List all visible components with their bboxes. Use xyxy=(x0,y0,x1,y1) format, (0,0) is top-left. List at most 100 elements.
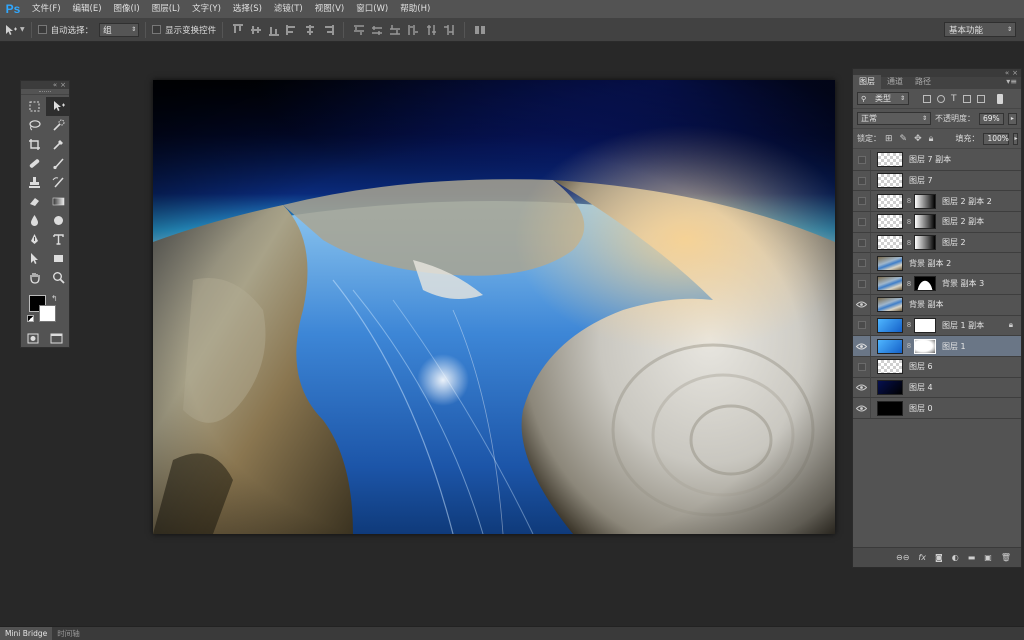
new-layer-icon[interactable]: ▣ xyxy=(984,553,992,562)
panel-menu-icon[interactable]: ▾≡ xyxy=(1006,77,1017,86)
layer-row[interactable]: 图层 7 xyxy=(853,170,1021,192)
type-tool[interactable] xyxy=(46,230,70,249)
quick-mask-icon[interactable] xyxy=(27,333,39,344)
layer-mask-thumbnail[interactable] xyxy=(914,193,936,209)
distribute-hcenter-icon[interactable] xyxy=(425,24,437,36)
hand-tool[interactable] xyxy=(22,268,46,287)
gradient-tool[interactable] xyxy=(46,192,70,211)
visibility-toggle[interactable] xyxy=(853,232,871,253)
visibility-toggle[interactable] xyxy=(853,398,871,419)
layer-row[interactable]: 8 图层 1 副本 🔒︎ xyxy=(853,315,1021,337)
auto-select-dropdown[interactable]: 组 ⇕ xyxy=(99,22,140,37)
filter-shape-icon[interactable] xyxy=(962,94,971,103)
adjustment-icon[interactable]: ◐ xyxy=(952,553,959,562)
visibility-toggle[interactable] xyxy=(853,191,871,212)
menu-image[interactable]: 图像(I) xyxy=(108,0,146,18)
layer-row[interactable]: 图层 4 xyxy=(853,377,1021,399)
menu-window[interactable]: 窗口(W) xyxy=(350,0,394,18)
lock-transparent-icon[interactable]: ⊞ xyxy=(885,134,893,144)
visibility-toggle[interactable] xyxy=(853,294,871,315)
quick-select-tool[interactable] xyxy=(46,116,70,135)
fx-icon[interactable]: fx xyxy=(918,553,926,562)
visibility-toggle[interactable] xyxy=(853,211,871,232)
swap-colors-icon[interactable]: ↰ xyxy=(51,294,58,303)
crop-tool[interactable] xyxy=(22,135,46,154)
opacity-slider-button[interactable]: ▸ xyxy=(1007,112,1017,125)
layer-mask-thumbnail[interactable] xyxy=(914,338,936,354)
folder-icon[interactable]: ▬ xyxy=(968,553,976,562)
eyedropper-tool[interactable] xyxy=(46,135,70,154)
workspace-switcher[interactable]: 基本功能 ⇕ xyxy=(944,22,1016,37)
blend-mode-dropdown[interactable]: 正常 ⇕ xyxy=(857,112,931,125)
layer-row[interactable]: 背景 副本 2 xyxy=(853,253,1021,275)
distribute-vcenter-icon[interactable] xyxy=(371,24,383,36)
layer-row-selected[interactable]: 8 图层 1 xyxy=(853,336,1021,357)
blur-tool[interactable] xyxy=(22,211,46,230)
show-transform-checkbox[interactable] xyxy=(152,25,162,34)
link-icon[interactable]: 8 xyxy=(906,218,912,226)
menu-help[interactable]: 帮助(H) xyxy=(394,0,436,18)
lock-all-icon[interactable]: 🔒︎ xyxy=(929,134,934,144)
distribute-top-icon[interactable] xyxy=(353,24,365,36)
tab-mini-bridge[interactable]: Mini Bridge xyxy=(0,627,53,640)
layer-row[interactable]: 8 图层 2 xyxy=(853,232,1021,254)
layer-row[interactable]: 8 背景 副本 3 xyxy=(853,273,1021,295)
visibility-toggle[interactable] xyxy=(853,170,871,191)
align-right-icon[interactable] xyxy=(322,24,335,36)
fill-input[interactable]: 100% xyxy=(983,132,1010,145)
zoom-tool[interactable] xyxy=(46,268,70,287)
visibility-toggle[interactable] xyxy=(853,149,871,170)
tab-layers[interactable]: 图层 xyxy=(853,75,881,89)
menu-view[interactable]: 视图(V) xyxy=(309,0,350,18)
menu-select[interactable]: 选择(S) xyxy=(227,0,268,18)
document-canvas[interactable] xyxy=(153,80,835,534)
filter-smart-object-icon[interactable] xyxy=(976,94,985,103)
screen-mode-icon[interactable] xyxy=(50,333,63,344)
filter-type-icon[interactable]: T xyxy=(951,94,957,104)
layer-row[interactable]: 背景 副本 xyxy=(853,294,1021,316)
layer-row[interactable]: 图层 6 xyxy=(853,356,1021,378)
rect-marquee-tool[interactable] xyxy=(22,97,46,116)
layer-row[interactable]: 8 图层 2 副本 2 xyxy=(853,191,1021,213)
visibility-toggle[interactable] xyxy=(853,253,871,274)
path-select-tool[interactable] xyxy=(22,249,46,268)
trash-icon[interactable]: 🗑︎ xyxy=(1001,553,1011,562)
collapse-icon[interactable]: « xyxy=(1005,69,1009,77)
visibility-toggle[interactable] xyxy=(853,336,871,357)
close-icon[interactable]: × xyxy=(60,81,66,89)
link-icon[interactable]: 8 xyxy=(906,321,912,329)
lock-pixels-icon[interactable]: ✎ xyxy=(900,134,908,144)
distribute-left-icon[interactable] xyxy=(407,24,419,36)
move-tool[interactable] xyxy=(46,97,70,116)
opacity-input[interactable]: 69% xyxy=(979,112,1004,125)
visibility-toggle[interactable] xyxy=(853,377,871,398)
auto-align-icon[interactable] xyxy=(474,24,486,36)
layer-row[interactable]: 图层 0 xyxy=(853,398,1021,419)
menu-layer[interactable]: 图层(L) xyxy=(146,0,186,18)
tab-channels[interactable]: 通道 xyxy=(881,75,909,89)
align-bottom-icon[interactable] xyxy=(268,24,280,36)
rectangle-tool[interactable] xyxy=(46,249,70,268)
menu-edit[interactable]: 编辑(E) xyxy=(67,0,108,18)
fill-slider-button[interactable]: ▸ xyxy=(1013,132,1019,145)
layer-mask-thumbnail[interactable] xyxy=(914,214,936,230)
menu-file[interactable]: 文件(F) xyxy=(26,0,67,18)
distribute-bottom-icon[interactable] xyxy=(389,24,401,36)
dodge-tool[interactable] xyxy=(46,211,70,230)
layer-row[interactable]: 图层 7 副本 xyxy=(853,149,1021,171)
distribute-right-icon[interactable] xyxy=(443,24,455,36)
menu-filter[interactable]: 滤镜(T) xyxy=(268,0,309,18)
mask-icon[interactable]: ◙ xyxy=(935,553,943,562)
tab-paths[interactable]: 路径 xyxy=(909,75,937,89)
link-icon[interactable]: 8 xyxy=(906,280,912,288)
auto-select-checkbox[interactable] xyxy=(37,25,47,34)
menu-type[interactable]: 文字(Y) xyxy=(186,0,227,18)
visibility-toggle[interactable] xyxy=(853,315,871,336)
collapse-icon[interactable]: « xyxy=(53,81,57,89)
link-icon[interactable]: 8 xyxy=(906,239,912,247)
link-icon[interactable]: 8 xyxy=(906,342,912,350)
background-color-swatch[interactable] xyxy=(39,305,56,322)
layer-mask-thumbnail[interactable] xyxy=(914,317,936,333)
align-left-icon[interactable] xyxy=(286,24,298,36)
layer-row[interactable]: 8 图层 2 副本 xyxy=(853,211,1021,233)
